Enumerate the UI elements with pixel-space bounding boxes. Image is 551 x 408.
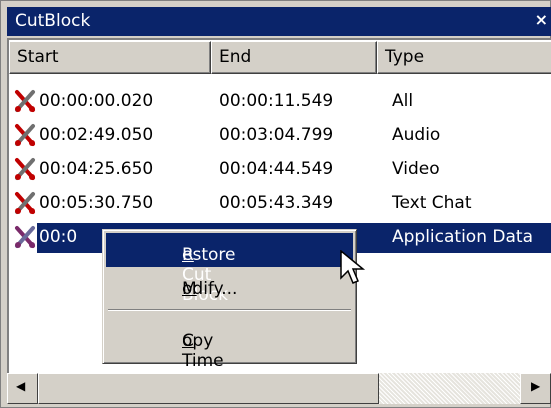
end-cell: 00:00:11.549 bbox=[219, 91, 334, 111]
scroll-thumb[interactable] bbox=[38, 373, 379, 404]
close-icon[interactable]: × bbox=[535, 10, 548, 29]
cut-scissors-icon bbox=[15, 158, 35, 180]
type-cell: All bbox=[392, 91, 414, 111]
start-cell: 00:04:25.650 bbox=[39, 159, 154, 179]
end-cell: 00:04:44.549 bbox=[219, 159, 334, 179]
menu-item-restore-cut-block[interactable]: Restore Cut Block bbox=[106, 233, 353, 305]
table-row[interactable]: 00:00:00.020 00:00:11.549 All bbox=[9, 86, 551, 118]
table-row[interactable]: 00:02:49.050 00:03:04.799 Audio bbox=[9, 120, 551, 152]
type-cell: Application Data bbox=[392, 227, 533, 247]
start-cell: 00:00:00.020 bbox=[39, 91, 154, 111]
type-cell: Audio bbox=[392, 125, 441, 145]
cut-scissors-icon bbox=[15, 124, 35, 146]
cut-scissors-icon bbox=[15, 226, 35, 248]
context-menu: Restore Cut Block Modify... Copy Time bbox=[102, 229, 357, 371]
cut-scissors-icon bbox=[15, 90, 35, 112]
menu-item-modify[interactable]: Modify... bbox=[106, 267, 353, 301]
menu-item-copy-time[interactable]: Copy Time bbox=[106, 319, 353, 371]
end-cell: 00:03:04.799 bbox=[219, 125, 334, 145]
scroll-left-button[interactable]: ◀ bbox=[7, 373, 38, 404]
column-header-end[interactable]: End bbox=[211, 41, 377, 74]
horizontal-scrollbar[interactable]: ◀ ▶ bbox=[7, 373, 551, 406]
scroll-track[interactable] bbox=[379, 373, 520, 404]
type-cell: Video bbox=[392, 159, 440, 179]
column-header-type[interactable]: Type bbox=[377, 41, 551, 74]
window-title: CutBlock bbox=[15, 11, 91, 31]
type-cell: Text Chat bbox=[392, 193, 472, 213]
arrow-left-icon: ◀ bbox=[16, 379, 26, 393]
cut-scissors-icon bbox=[15, 192, 35, 214]
table-row[interactable]: 00:05:30.750 00:05:43.349 Text Chat bbox=[9, 188, 551, 220]
menu-separator bbox=[108, 309, 351, 311]
title-bar: CutBlock × bbox=[7, 7, 551, 36]
table-row[interactable]: 00:04:25.650 00:04:44.549 Video bbox=[9, 154, 551, 186]
end-cell: 00:05:43.349 bbox=[219, 193, 334, 213]
mouse-cursor-icon bbox=[340, 250, 366, 284]
start-cell: 00:05:30.750 bbox=[39, 193, 154, 213]
scroll-right-button[interactable]: ▶ bbox=[520, 373, 551, 404]
arrow-right-icon: ▶ bbox=[531, 379, 541, 393]
column-header-start[interactable]: Start bbox=[9, 41, 211, 74]
start-cell: 00:0 bbox=[39, 227, 78, 247]
start-cell: 00:02:49.050 bbox=[39, 125, 154, 145]
